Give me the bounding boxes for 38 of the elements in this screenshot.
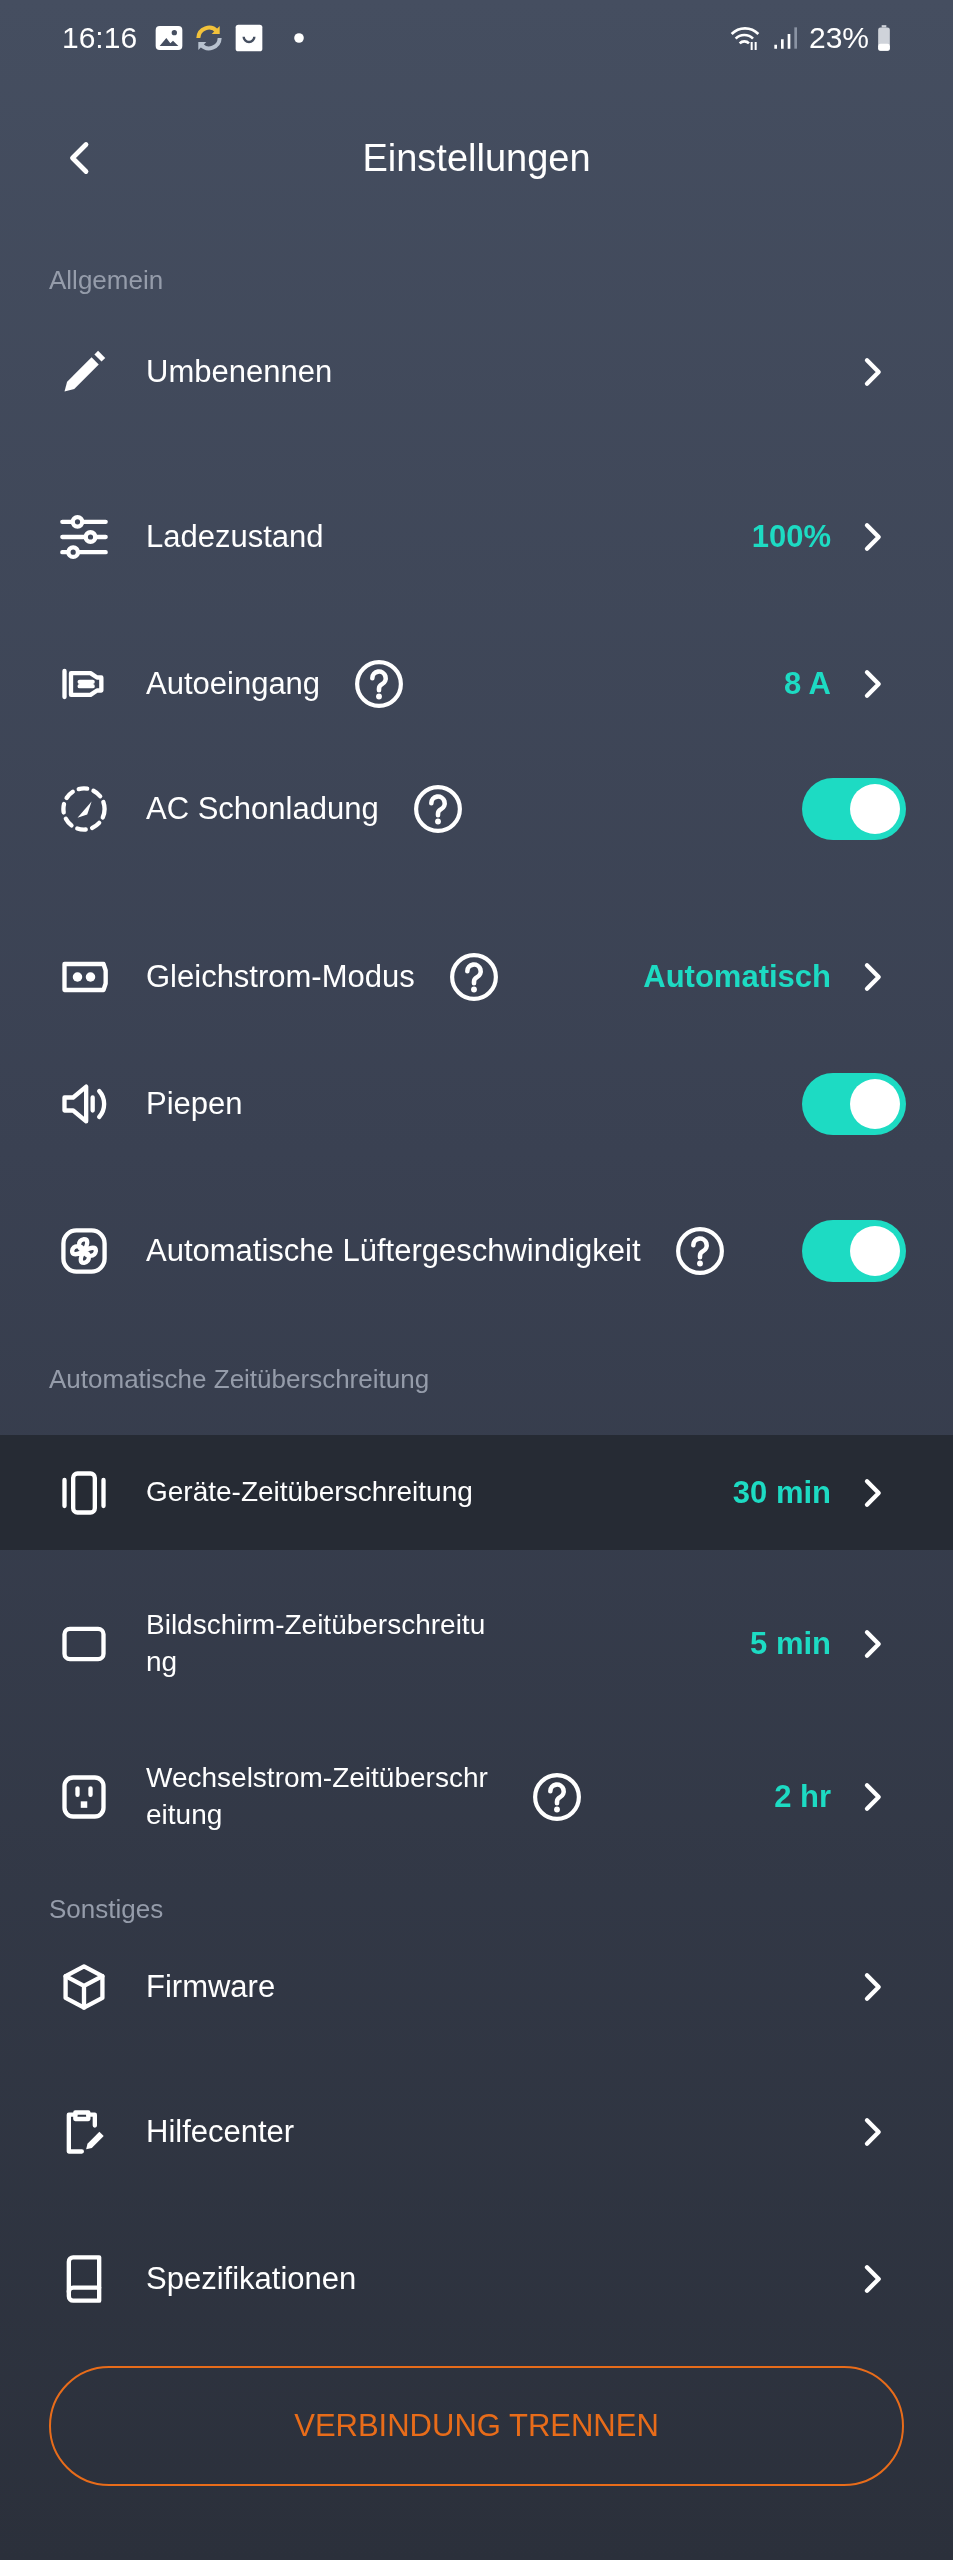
setting-label: Bildschirm-Zeitüberschreitung: [146, 1608, 487, 1679]
setting-label: Spezifikationen: [146, 2261, 357, 2297]
battery-percent: 23%: [808, 21, 869, 55]
help-icon[interactable]: [412, 784, 463, 834]
gauge-icon: [58, 783, 110, 835]
setting-label: Wechselstrom-Zeitüberschreitung: [146, 1761, 489, 1832]
help-icon[interactable]: [448, 952, 499, 1002]
help-icon[interactable]: [532, 1771, 582, 1822]
setting-label: Umbenennen: [146, 354, 333, 390]
page-title: Einstellungen: [362, 136, 591, 180]
battery-icon: [877, 24, 891, 52]
setting-label: Hilfecenter: [146, 2114, 295, 2150]
setting-value: 30 min: [732, 1474, 831, 1511]
setting-value: 2 hr: [774, 1778, 831, 1815]
setting-label: Gleichstrom-Modus: [146, 959, 415, 995]
section-heading: Sonstiges: [48, 1894, 165, 1924]
settings-row[interactable]: Wechselstrom-Zeitüberschreitung 2 hr: [0, 1739, 953, 1854]
setting-label: AC Schonladung: [146, 791, 379, 827]
setting-label: Firmware: [146, 1969, 276, 2005]
setting-label: Automatische Lüftergeschwindigkeit: [146, 1233, 641, 1269]
disconnect-button[interactable]: VERBINDUNG TRENNEN: [49, 2366, 904, 2486]
help-icon[interactable]: [674, 1226, 725, 1276]
help-icon[interactable]: [354, 659, 405, 709]
setting-value: 100%: [751, 519, 831, 555]
settings-row[interactable]: Bildschirm-Zeitüberschreitung 5 min: [0, 1586, 953, 1701]
settings-row[interactable]: Geräte-Zeitüberschreitung 30 min: [0, 1435, 953, 1550]
setting-label: Geräte-Zeitüberschreitung: [146, 1475, 473, 1510]
setting-label: Autoeingang: [146, 666, 321, 702]
setting-value: 5 min: [750, 1625, 831, 1662]
setting-value: Automatisch: [643, 959, 831, 995]
section-heading: Allgemein: [48, 265, 165, 295]
status-time: 16:16: [62, 21, 138, 55]
setting-value: 8 A: [783, 666, 831, 702]
setting-label: Piepen: [146, 1086, 243, 1122]
section-heading: Automatische Zeitüberschreitung: [48, 1364, 431, 1394]
setting-label: Ladezustand: [146, 519, 324, 555]
fan-icon: [58, 1225, 110, 1277]
notification-dot-icon: [293, 32, 306, 44]
